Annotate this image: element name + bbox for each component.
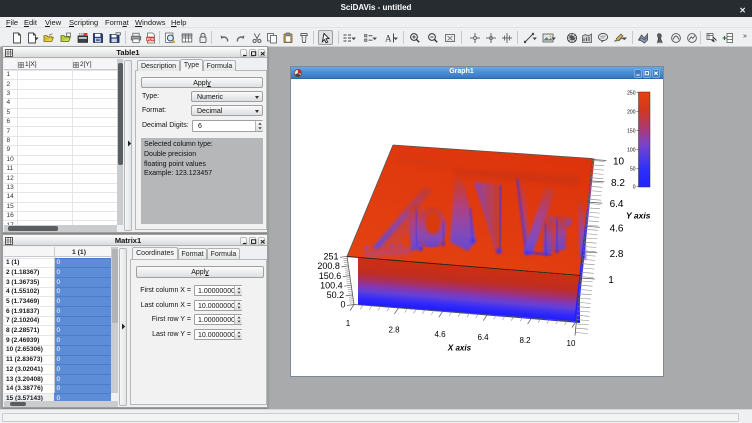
svg-text:X axis: X axis (447, 344, 472, 353)
svg-text:0: 0 (633, 184, 636, 190)
svg-text:100: 100 (627, 147, 636, 153)
svg-text:6.4: 6.4 (610, 199, 624, 210)
svg-text:2.8: 2.8 (610, 249, 624, 260)
svg-text:PDF: PDF (147, 37, 155, 41)
svg-text:50.2: 50.2 (327, 290, 345, 300)
svg-text:2.8: 2.8 (388, 326, 400, 335)
svg-text:8.2: 8.2 (519, 336, 531, 345)
svg-text:200.8: 200.8 (317, 261, 340, 271)
svg-text:1: 1 (608, 275, 614, 286)
svg-text:10: 10 (613, 157, 625, 168)
svg-text:Y axis: Y axis (626, 211, 651, 221)
svg-text:8.2: 8.2 (611, 178, 625, 189)
svg-text:250: 250 (627, 90, 636, 96)
svg-text:4.6: 4.6 (610, 223, 624, 234)
svg-text:A: A (385, 34, 392, 44)
svg-text:6.4: 6.4 (477, 333, 489, 342)
svg-text:0: 0 (340, 300, 345, 310)
svg-text:200: 200 (627, 109, 636, 115)
svg-text:10: 10 (567, 339, 576, 348)
svg-text:100.4: 100.4 (320, 280, 343, 290)
svg-text:251: 251 (323, 252, 338, 262)
svg-text:123: 123 (79, 32, 85, 36)
svg-text:1: 1 (346, 319, 351, 328)
svg-text:150: 150 (627, 128, 636, 134)
svg-text:4.6: 4.6 (434, 330, 446, 339)
svg-text:50: 50 (630, 166, 636, 172)
svg-text:150.6: 150.6 (319, 271, 342, 281)
